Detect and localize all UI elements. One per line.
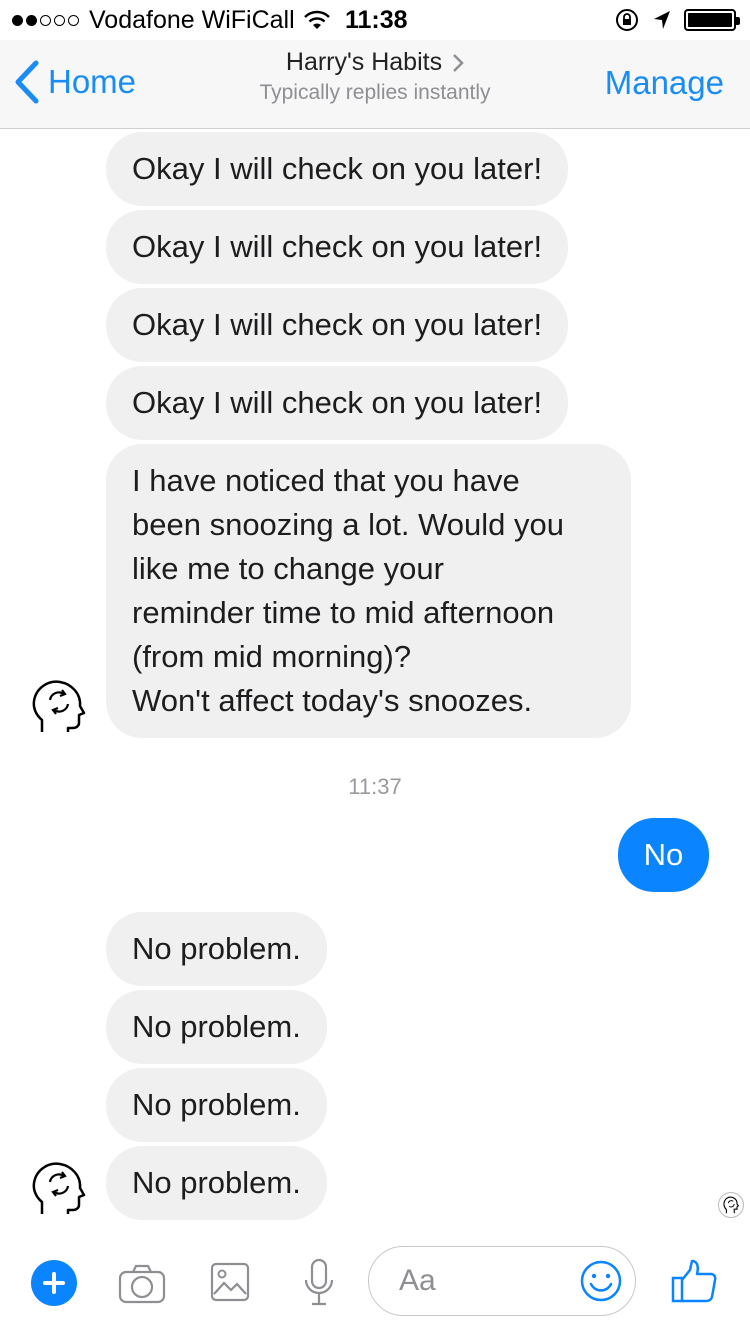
message-bubble-received: Okay I will check on you later! — [106, 210, 569, 284]
carrier-name: Vodafone WiFiCall — [89, 5, 295, 34]
message-bubble-received: No problem. — [106, 1146, 327, 1220]
more-options-button[interactable] — [31, 1260, 77, 1306]
chevron-right-icon — [453, 53, 464, 72]
rotation-lock-icon — [616, 9, 638, 31]
message-composer — [0, 1232, 750, 1334]
battery-icon — [684, 9, 740, 31]
conversation-title: Harry's Habits — [285, 48, 443, 76]
nav-bar: Home Harry's Habits Typically replies in… — [0, 40, 750, 129]
plus-icon — [43, 1272, 65, 1294]
manage-button[interactable]: Manage — [605, 64, 724, 102]
signal-strength-icon — [12, 14, 79, 26]
message-bubble-received: Okay I will check on you later! — [106, 288, 569, 362]
wifi-icon — [303, 10, 330, 29]
message-bubble-received: I have noticed that you have been snoozi… — [106, 444, 631, 738]
camera-icon[interactable] — [118, 1264, 166, 1304]
thumbs-up-icon[interactable] — [670, 1258, 718, 1304]
status-time: 11:38 — [345, 6, 408, 34]
message-bubble-sent: No — [618, 818, 709, 892]
read-receipt-avatar-icon — [718, 1192, 744, 1218]
smiley-icon[interactable] — [579, 1259, 623, 1303]
status-bar: Vodafone WiFiCall 11:38 — [0, 0, 750, 40]
microphone-icon[interactable] — [302, 1258, 336, 1308]
bot-avatar-icon[interactable] — [28, 676, 88, 736]
location-arrow-icon — [654, 11, 670, 29]
message-input[interactable] — [399, 1259, 559, 1303]
bot-avatar-icon[interactable] — [28, 1158, 88, 1218]
message-bubble-received: No problem. — [106, 1068, 327, 1142]
message-input-field[interactable] — [368, 1246, 636, 1316]
message-bubble-received: Okay I will check on you later! — [106, 132, 569, 206]
status-right-group — [614, 8, 740, 32]
message-bubble-received: Okay I will check on you later! — [106, 366, 569, 440]
image-icon[interactable] — [210, 1262, 250, 1302]
message-bubble-received: No problem. — [106, 990, 327, 1064]
message-bubble-received: No problem. — [106, 912, 327, 986]
message-timestamp: 11:37 — [348, 774, 402, 799]
